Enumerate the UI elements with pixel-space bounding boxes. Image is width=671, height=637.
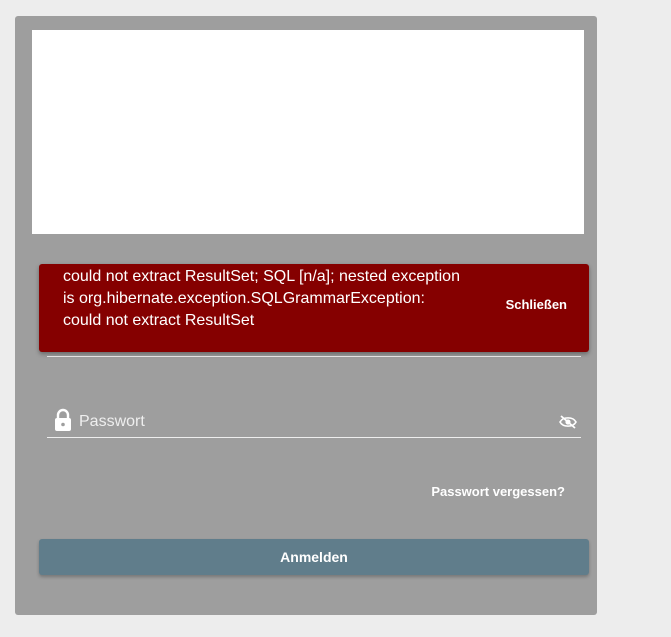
- error-message: could not extract ResultSet; SQL [n/a]; …: [63, 268, 460, 329]
- forgot-password-link[interactable]: Passwort vergessen?: [431, 484, 565, 499]
- eye-off-icon[interactable]: [559, 415, 577, 429]
- password-input[interactable]: [79, 408, 549, 436]
- login-button[interactable]: Anmelden: [39, 539, 589, 575]
- password-field-underline: [47, 437, 581, 438]
- lock-icon: [53, 408, 73, 432]
- password-field[interactable]: [47, 404, 581, 438]
- error-snackbar: could not extract ResultSet; SQL [n/a]; …: [39, 264, 589, 352]
- username-field-underline: [47, 356, 581, 357]
- logo-area: [32, 30, 584, 234]
- close-button[interactable]: Schließen: [506, 297, 567, 312]
